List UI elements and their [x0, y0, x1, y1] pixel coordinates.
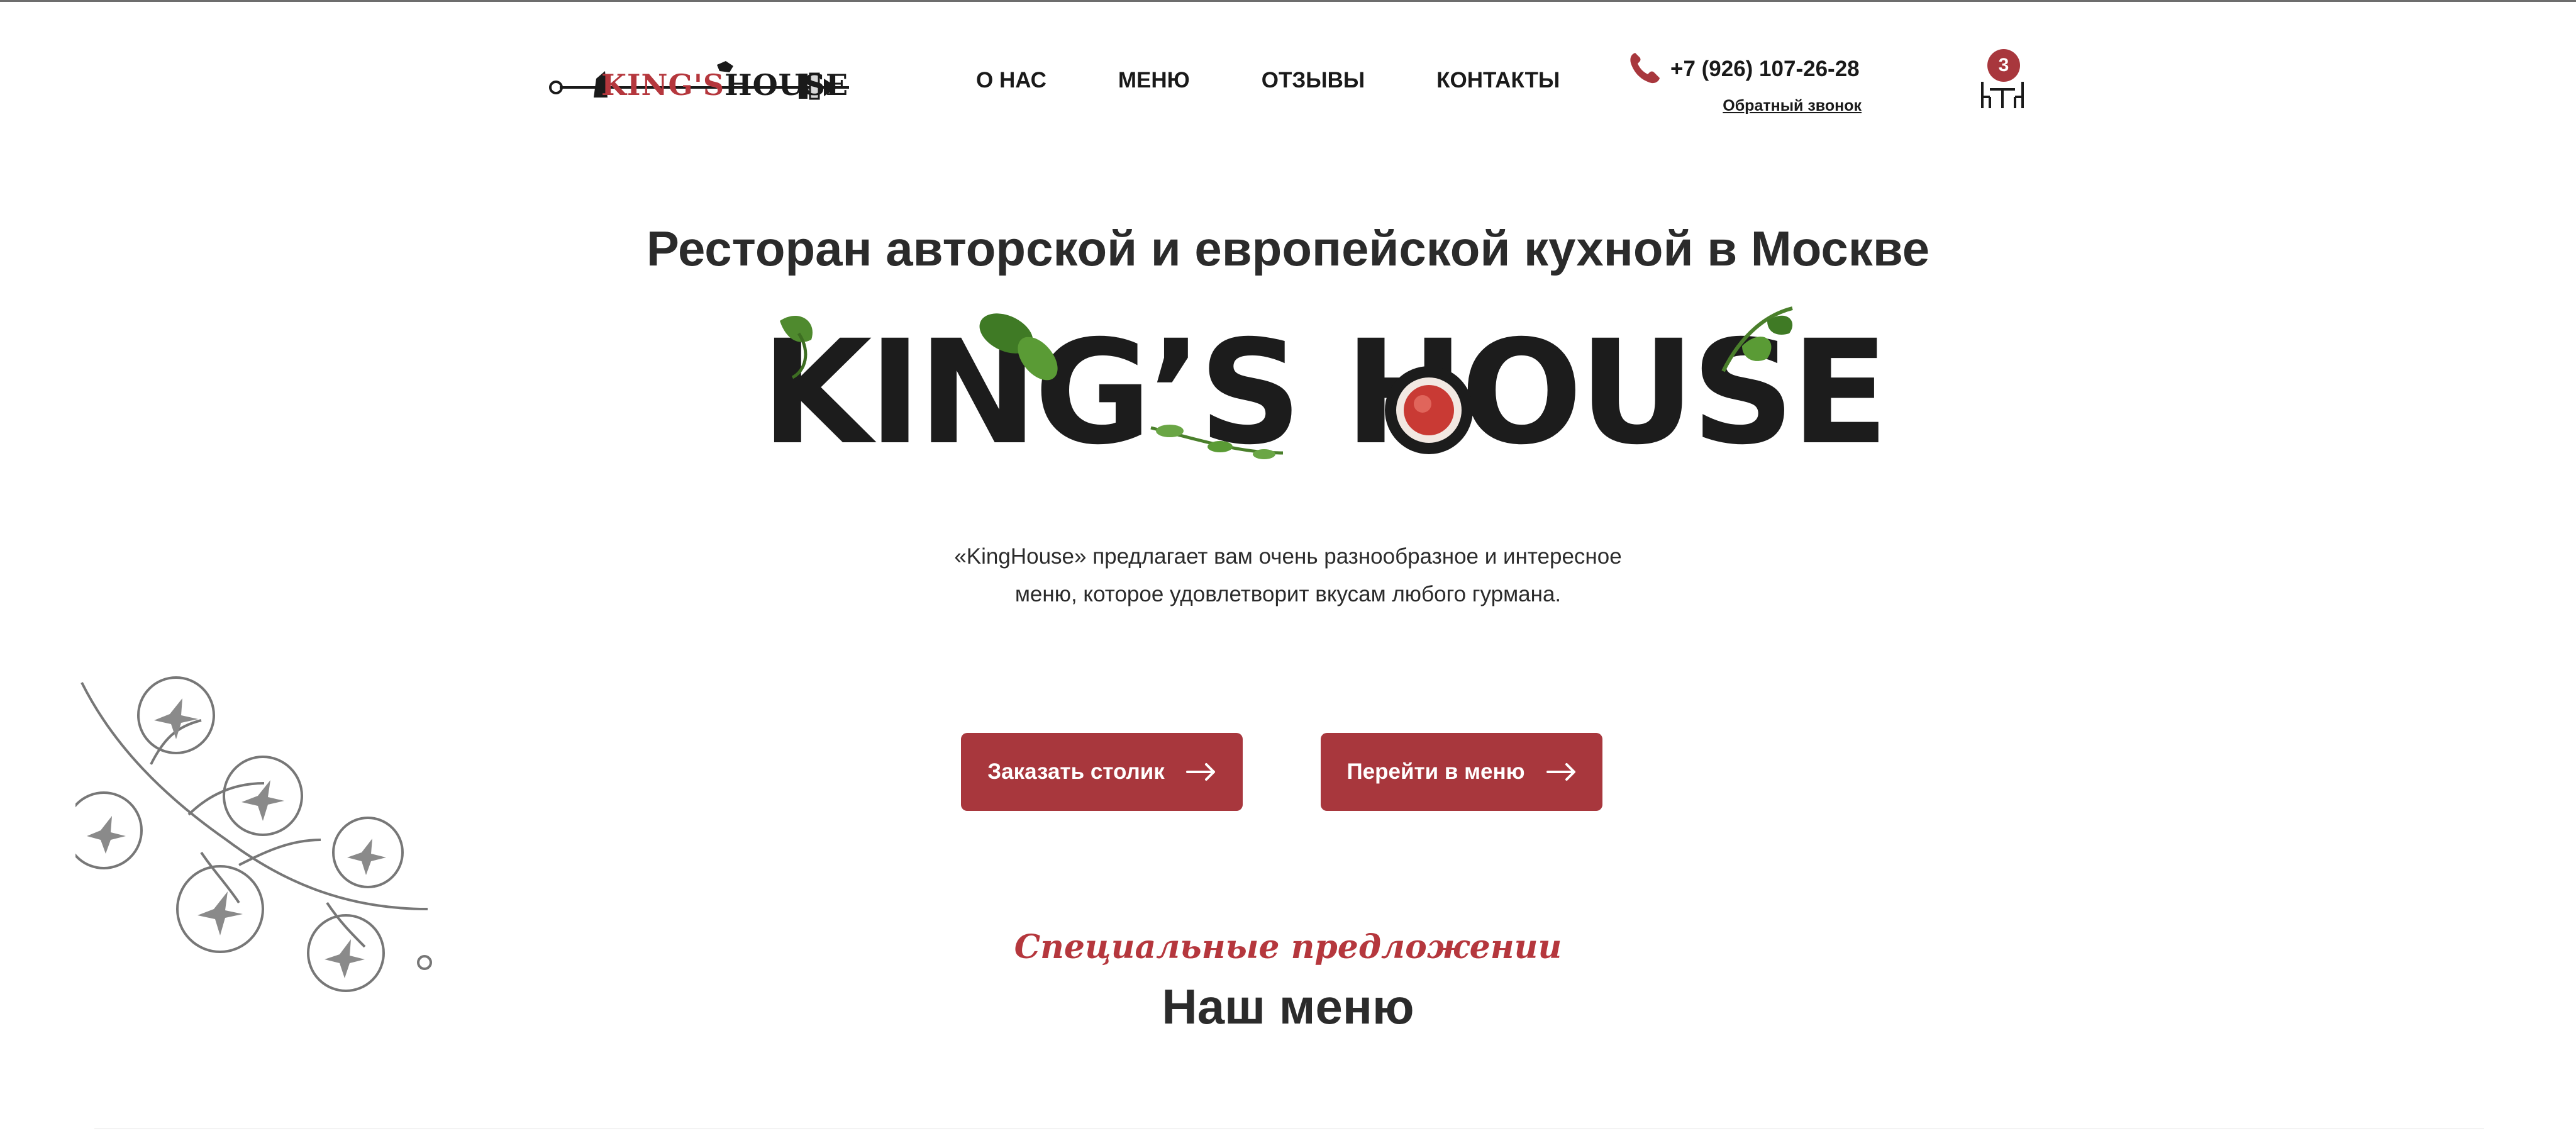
menu-section-title: Наш меню [1162, 979, 1414, 1034]
nav-menu[interactable]: МЕНЮ [1118, 68, 1190, 93]
nav-reviews[interactable]: ОТЗЫВЫ [1262, 68, 1365, 93]
brand-wordmark: KING’S HOUSE [761, 296, 1889, 484]
logo-text-accent: KING'S [601, 68, 725, 102]
phone-number[interactable]: +7 (926) 107-26-28 [1670, 57, 1860, 82]
site-header: KING'SHOUSE О НАС МЕНЮ ОТЗЫВЫ КОНТАКТЫ +… [0, 0, 2576, 145]
arrow-right-icon [1546, 763, 1575, 781]
nav-contacts[interactable]: КОНТАКТЫ [1436, 68, 1560, 93]
book-table-button[interactable]: Заказать столик [961, 733, 1243, 811]
table-reservation-cart[interactable]: 3 [1980, 49, 2025, 112]
callback-link[interactable]: Обратный звонок [1723, 97, 1862, 115]
menu-section-kicker: Специальные предложении [1014, 928, 1562, 966]
herbs-decoration-icon [780, 306, 1793, 459]
logo[interactable]: KING'SHOUSE [547, 60, 855, 110]
phone-icon [1630, 53, 1660, 84]
nav-about[interactable]: О НАС [976, 68, 1046, 93]
table-chairs-icon [1981, 82, 2024, 108]
hero-description: «KingHouse» предлагает вам очень разнооб… [954, 544, 1622, 606]
phone-block: +7 (926) 107-26-28 Обратный звонок [1629, 52, 1862, 121]
go-to-menu-label: Перейти в меню [1346, 759, 1525, 784]
main-nav: О НАС МЕНЮ ОТЗЫВЫ КОНТАКТЫ [976, 68, 1560, 93]
hero-title: Ресторан авторской и европейской кухной … [646, 221, 1930, 276]
book-table-label: Заказать столик [987, 759, 1165, 784]
logo-text-main: HOUSE [724, 68, 849, 102]
arrow-right-icon [1185, 763, 1215, 781]
section-divider [94, 1128, 2484, 1129]
go-to-menu-button[interactable]: Перейти в меню [1321, 733, 1602, 811]
